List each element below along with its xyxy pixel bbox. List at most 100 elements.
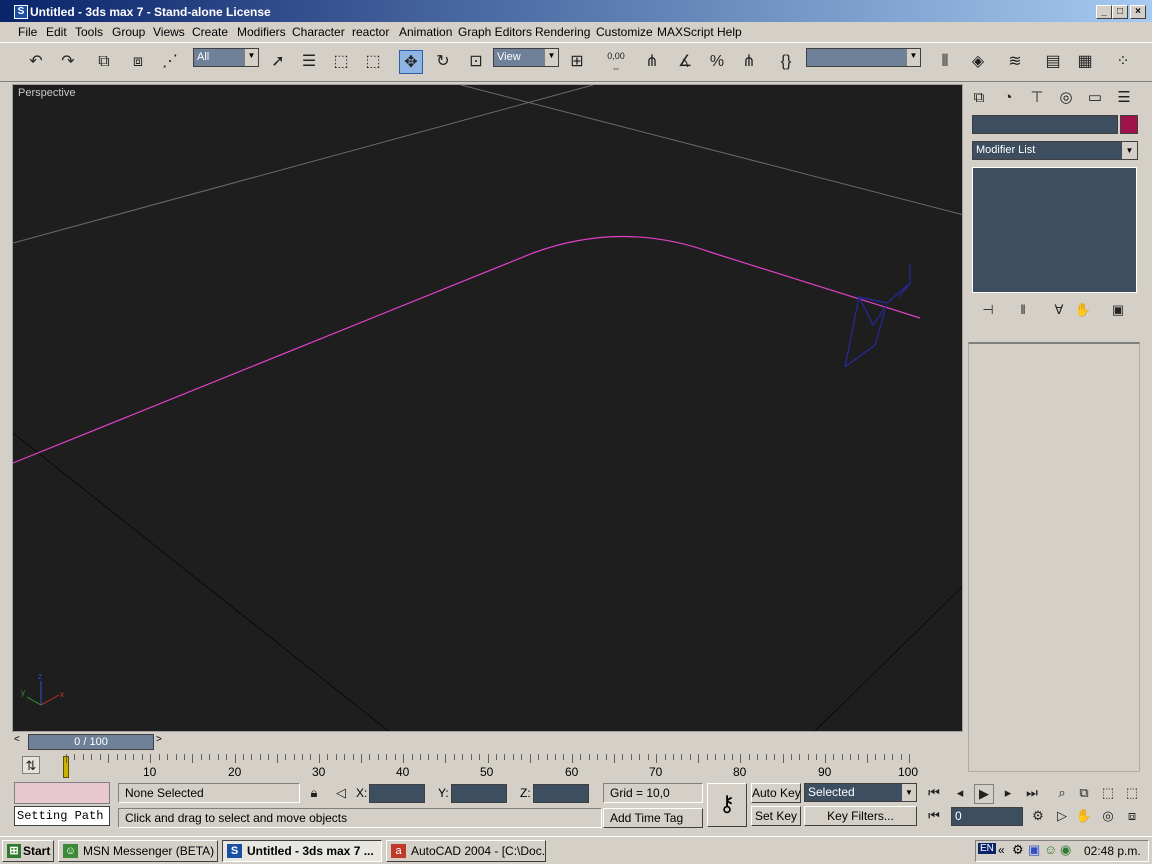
select-and-rotate-icon[interactable]: ↻ bbox=[431, 50, 455, 74]
select-by-name-icon[interactable]: ☰ bbox=[297, 50, 321, 74]
unlink-selection-icon[interactable]: ⧈ bbox=[126, 50, 150, 74]
edit-named-selections-icon[interactable]: {} bbox=[774, 50, 798, 74]
rectangular-selection-icon[interactable]: ⬚ bbox=[329, 50, 353, 74]
pan-icon[interactable]: ✋ bbox=[1074, 807, 1094, 825]
configure-modifier-sets-icon[interactable]: ▣ bbox=[1107, 301, 1129, 319]
menu-create[interactable]: Create bbox=[192, 25, 228, 39]
menu-group[interactable]: Group bbox=[112, 25, 145, 39]
select-and-move-icon[interactable]: ✥ bbox=[399, 50, 423, 74]
antivirus-icon[interactable]: ◉ bbox=[1060, 842, 1071, 858]
motion-tab-icon[interactable]: ◎ bbox=[1054, 86, 1078, 110]
material-editor-icon[interactable]: ⁘ bbox=[1111, 50, 1135, 74]
display-tab-icon[interactable]: ▭ bbox=[1083, 86, 1107, 110]
y-coordinate-field[interactable] bbox=[451, 784, 507, 803]
lock-selection-icon[interactable]: 🔒︎ bbox=[306, 784, 322, 802]
named-selection-sets-dropdown[interactable]: ▼ bbox=[806, 48, 921, 67]
maximize-button[interactable]: □ bbox=[1112, 5, 1128, 19]
menu-reactor[interactable]: reactor bbox=[352, 25, 389, 39]
menu-graph-editors[interactable]: Graph Editors bbox=[458, 25, 532, 39]
time-configuration-icon[interactable]: ⚙ bbox=[1028, 807, 1048, 825]
snaps-toggle-icon[interactable]: ⋔ bbox=[640, 50, 664, 74]
pin-stack-icon[interactable]: ⊣ bbox=[977, 301, 999, 319]
go-to-start-icon[interactable]: ⏮ bbox=[924, 784, 944, 802]
bind-to-space-warp-icon[interactable]: ⋰ bbox=[158, 50, 182, 74]
network-icon[interactable]: ⚙ bbox=[1012, 842, 1024, 858]
window-crossing-icon[interactable]: ⬚ bbox=[361, 50, 385, 74]
menu-character[interactable]: Character bbox=[292, 25, 345, 39]
make-unique-icon[interactable]: ∀ bbox=[1048, 301, 1070, 319]
key-mode-dropdown[interactable]: Selected ▼ bbox=[804, 783, 917, 802]
remove-modifier-icon[interactable]: ✋ bbox=[1072, 301, 1094, 319]
maxscript-output[interactable]: Setting Path bbox=[14, 806, 110, 826]
time-slider-thumb[interactable]: 0 / 100 bbox=[28, 734, 154, 750]
modifier-stack[interactable] bbox=[972, 167, 1137, 293]
object-name-field[interactable] bbox=[972, 115, 1118, 134]
menu-customize[interactable]: Customize bbox=[596, 25, 653, 39]
menu-file[interactable]: File bbox=[18, 25, 37, 39]
set-keys-key-icon[interactable]: ⚷ bbox=[707, 783, 747, 827]
schematic-view-icon[interactable]: ▦ bbox=[1073, 50, 1097, 74]
create-tab-icon[interactable]: ⧉ bbox=[967, 86, 991, 110]
previous-frame-icon[interactable]: ◂ bbox=[950, 784, 970, 802]
spinner-snap-icon[interactable]: 0,00 ⇔ bbox=[604, 50, 628, 74]
field-of-view-icon[interactable]: ▷ bbox=[1052, 807, 1072, 825]
language-indicator[interactable]: EN bbox=[978, 843, 996, 854]
spline-path[interactable] bbox=[13, 235, 921, 464]
reference-coordinate-dropdown[interactable]: View ▼ bbox=[493, 48, 559, 67]
redo-icon[interactable]: ↷ bbox=[56, 50, 80, 74]
zoom-all-icon[interactable]: ⧉ bbox=[1074, 784, 1094, 802]
z-coordinate-field[interactable] bbox=[533, 784, 589, 803]
track-bar[interactable]: ⇅ 10 20 30 40 50 60 70 80 90 100 bbox=[12, 752, 963, 780]
mirror-icon[interactable]: ⫴ bbox=[933, 50, 957, 74]
pivot-point-center-icon[interactable]: ⊞ bbox=[565, 50, 589, 74]
arc-rotate-icon[interactable]: ◎ bbox=[1098, 807, 1118, 825]
taskbar-item-3dsmax[interactable]: S Untitled - 3ds max 7 ... bbox=[222, 840, 382, 862]
start-button[interactable]: ⊞ Start bbox=[2, 840, 54, 862]
align-icon[interactable]: ◈ bbox=[966, 50, 990, 74]
menu-animation[interactable]: Animation bbox=[399, 25, 452, 39]
chevron-right-icon[interactable]: > bbox=[156, 734, 162, 745]
add-time-tag-button[interactable]: Add Time Tag bbox=[603, 808, 703, 828]
perspective-viewport[interactable]: Perspective x y z bbox=[12, 84, 963, 732]
play-icon[interactable]: ▶ bbox=[974, 784, 994, 804]
menu-rendering[interactable]: Rendering bbox=[535, 25, 590, 39]
modify-tab-icon[interactable]: ◔ bbox=[996, 86, 1020, 110]
menu-maxscript[interactable]: MAXScript bbox=[657, 25, 714, 39]
set-key-button[interactable]: Set Key bbox=[751, 806, 801, 826]
blue-object[interactable] bbox=[844, 263, 911, 368]
select-object-icon[interactable]: ➚ bbox=[266, 50, 290, 74]
show-end-result-icon[interactable]: ‖ bbox=[1012, 301, 1034, 319]
modifier-list-dropdown[interactable]: Modifier List ▼ bbox=[972, 141, 1138, 160]
next-frame-icon[interactable]: ▸ bbox=[998, 784, 1018, 802]
app-icon[interactable]: S bbox=[14, 5, 28, 19]
go-to-end-icon[interactable]: ⏭ bbox=[1022, 784, 1042, 802]
spinner-snap-toggle-icon[interactable]: ⋔ bbox=[737, 50, 761, 74]
hierarchy-tab-icon[interactable]: ⊤ bbox=[1025, 86, 1049, 110]
clock[interactable]: 02:48 p.m. bbox=[1084, 844, 1141, 858]
messenger-tray-icon[interactable]: ☺ bbox=[1044, 842, 1057, 857]
minimize-button[interactable]: _ bbox=[1096, 5, 1112, 19]
curve-editor-icon[interactable]: ▤ bbox=[1041, 50, 1065, 74]
angle-snap-icon[interactable]: ∡ bbox=[673, 50, 697, 74]
absolute-relative-mode-icon[interactable]: ◁ bbox=[332, 784, 350, 802]
layer-manager-icon[interactable]: ≋ bbox=[1003, 50, 1027, 74]
tray-expand-icon[interactable]: « bbox=[998, 843, 1005, 857]
taskbar-item-autocad[interactable]: a AutoCAD 2004 - [C:\Doc... bbox=[386, 840, 546, 862]
percent-snap-icon[interactable]: % bbox=[705, 50, 729, 74]
object-color-swatch[interactable] bbox=[1120, 115, 1138, 134]
menu-tools[interactable]: Tools bbox=[75, 25, 103, 39]
key-mode-toggle-icon[interactable]: ⏮ bbox=[924, 807, 944, 825]
auto-key-button[interactable]: Auto Key bbox=[751, 783, 801, 803]
monitor-icon[interactable]: ▣ bbox=[1028, 842, 1040, 858]
close-button[interactable]: × bbox=[1130, 5, 1146, 19]
maximize-viewport-icon[interactable]: ⧈ bbox=[1122, 807, 1142, 825]
current-frame-field[interactable]: 0 bbox=[951, 807, 1023, 826]
maxscript-listener-mini[interactable] bbox=[14, 782, 110, 804]
taskbar-item-msn[interactable]: ☺ MSN Messenger (BETA) bbox=[58, 840, 218, 862]
utilities-tab-icon[interactable]: ☰ bbox=[1112, 86, 1136, 110]
select-and-link-icon[interactable]: ⧉ bbox=[92, 50, 116, 74]
zoom-extents-all-icon[interactable]: ⬚ bbox=[1122, 784, 1142, 802]
key-filters-button[interactable]: Key Filters... bbox=[804, 806, 917, 826]
selection-filter-dropdown[interactable]: All ▼ bbox=[193, 48, 259, 67]
menu-views[interactable]: Views bbox=[153, 25, 185, 39]
